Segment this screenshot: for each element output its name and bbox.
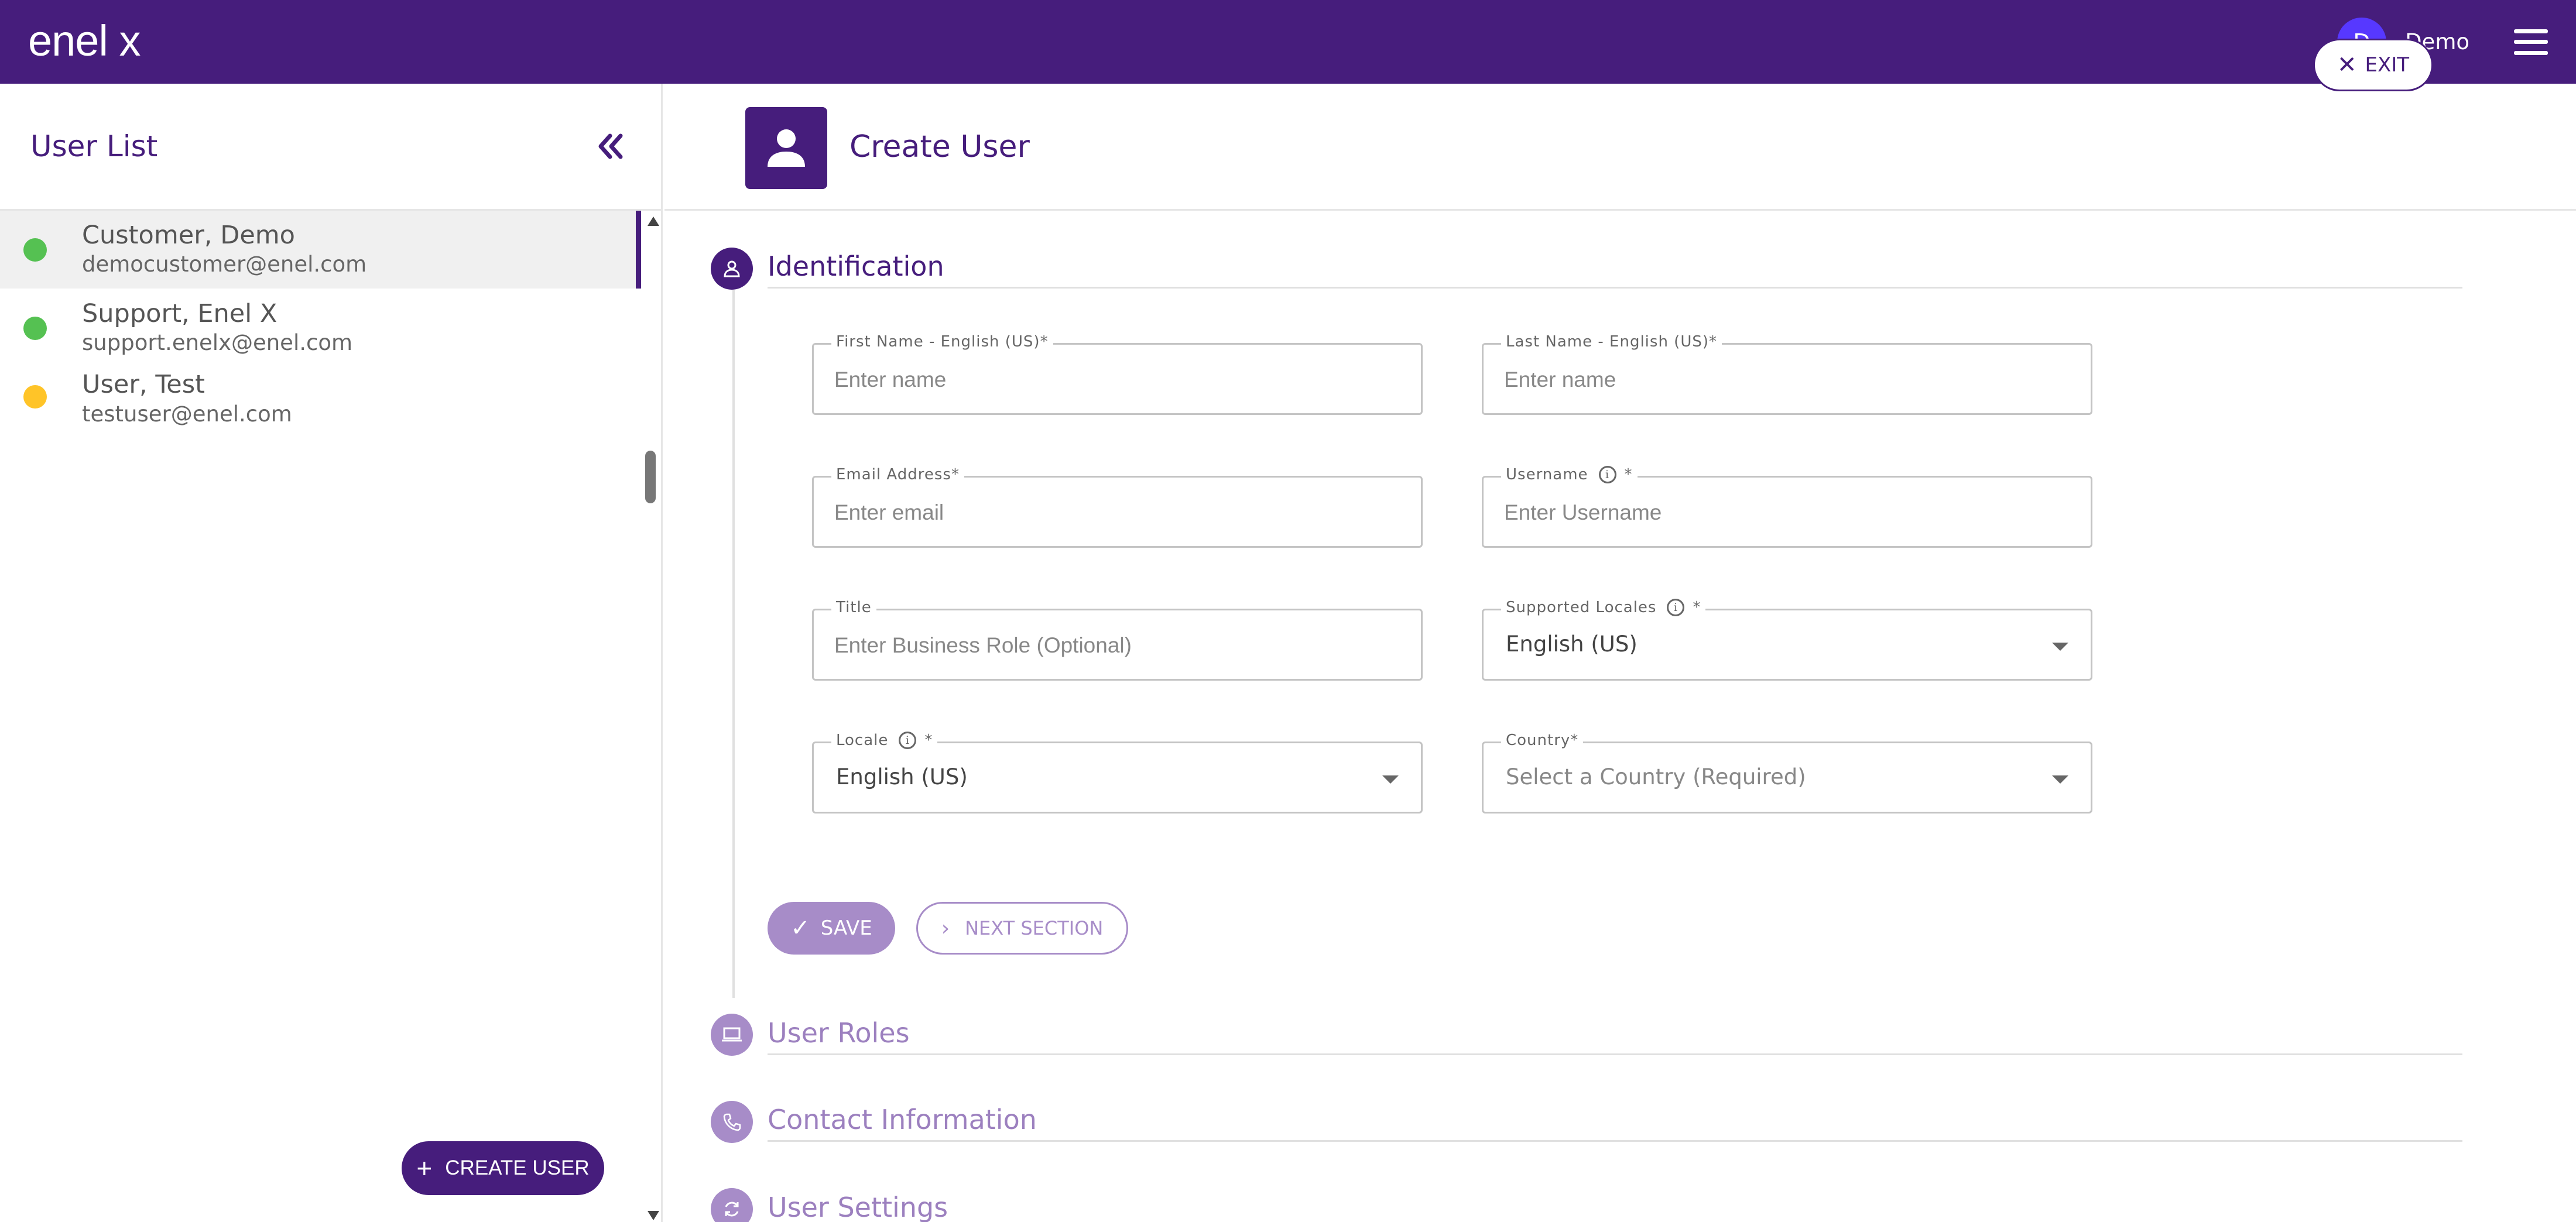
email-input[interactable]: [834, 495, 1361, 530]
user-email: testuser@enel.com: [82, 401, 292, 427]
first-name-input[interactable]: [834, 362, 1361, 397]
section-title-identification[interactable]: Identification: [768, 250, 944, 282]
hamburger-menu-icon[interactable]: [2514, 29, 2548, 55]
user-name: Support, Enel X: [82, 298, 278, 328]
username-field: Username i *: [1482, 466, 2092, 548]
status-dot-active: [23, 238, 47, 262]
user-email: democustomer@enel.com: [82, 252, 367, 277]
plus-icon: +: [416, 1153, 433, 1183]
title-field: Title: [812, 599, 1423, 681]
save-label: SAVE: [820, 917, 872, 940]
laptop-icon: [722, 1027, 742, 1042]
section-rail: [732, 290, 735, 998]
info-icon[interactable]: i: [899, 732, 917, 749]
username-label: Username i *: [1501, 466, 1638, 483]
enel-x-logo[interactable]: enel x: [28, 0, 192, 84]
chevron-right-icon: ›: [941, 916, 950, 940]
check-icon: ✓: [790, 915, 810, 942]
identification-section-icon[interactable]: [711, 248, 753, 290]
logo-mark: enel x: [28, 19, 141, 65]
status-dot-active: [23, 316, 47, 340]
save-button[interactable]: ✓ SAVE: [768, 902, 895, 955]
top-bar: enel x D Demo: [0, 0, 2576, 84]
exit-button[interactable]: ✕ EXIT: [2313, 39, 2433, 91]
locale-value: English (US): [836, 764, 968, 790]
chevron-down-icon[interactable]: [1382, 775, 1399, 784]
email-label: Email Address *: [831, 466, 964, 483]
close-icon: ✕: [2337, 52, 2357, 78]
first-name-field: First Name - English (US) *: [812, 333, 1423, 415]
list-item[interactable]: User, Test testuser@enel.com: [0, 368, 641, 437]
section-title-user-settings[interactable]: User Settings: [768, 1192, 948, 1222]
last-name-field: Last Name - English (US) *: [1482, 333, 2092, 415]
user-email: support.enelx@enel.com: [82, 330, 353, 356]
create-user-label: CREATE USER: [445, 1156, 590, 1179]
section-title-contact-information[interactable]: Contact Information: [768, 1104, 1037, 1135]
list-item[interactable]: Support, Enel X support.enelx@enel.com: [0, 289, 641, 368]
section-title-user-roles[interactable]: User Roles: [768, 1017, 910, 1049]
collapse-sidebar-button[interactable]: [590, 126, 631, 167]
scroll-down-arrow-icon[interactable]: [648, 1211, 659, 1220]
next-section-label: NEXT SECTION: [965, 917, 1104, 939]
user-name: User, Test: [82, 370, 205, 399]
scroll-up-arrow-icon[interactable]: [648, 217, 659, 226]
last-name-input[interactable]: [1504, 362, 2031, 397]
svg-text:enel x: enel x: [28, 19, 141, 65]
chevron-down-icon[interactable]: [2052, 643, 2068, 651]
supported-locales-label: Supported Locales i *: [1501, 599, 1706, 616]
page-title: Create User: [849, 129, 1030, 164]
phone-icon: [723, 1113, 741, 1131]
section-divider: [768, 287, 2462, 289]
exit-label: EXIT: [2365, 53, 2410, 77]
user-name: Customer, Demo: [82, 220, 295, 250]
last-name-label: Last Name - English (US) *: [1501, 333, 1722, 351]
next-section-button[interactable]: › NEXT SECTION: [916, 902, 1128, 955]
locale-label: Locale i *: [831, 732, 938, 749]
first-name-label: First Name - English (US) *: [831, 333, 1053, 351]
person-icon: [724, 260, 740, 277]
section-divider: [768, 1053, 2462, 1055]
email-field: Email Address *: [812, 466, 1423, 548]
user-list-panel: User List Customer, Demo democustomer@en…: [0, 84, 663, 1222]
user-roles-section-icon[interactable]: [711, 1014, 753, 1056]
locale-select[interactable]: Locale i * English (US): [812, 732, 1423, 813]
info-icon[interactable]: i: [1667, 599, 1685, 616]
supported-locales-value: English (US): [1506, 631, 1638, 657]
supported-locales-select[interactable]: Supported Locales i * English (US): [1482, 599, 2092, 681]
country-label: Country *: [1501, 732, 1584, 749]
country-select[interactable]: Country * Select a Country (Required): [1482, 732, 2092, 813]
contact-information-section-icon[interactable]: [711, 1101, 753, 1143]
create-user-header: Create User: [664, 84, 2576, 211]
user-list: Customer, Demo democustomer@enel.com Sup…: [0, 211, 661, 1220]
user-list-title: User List: [30, 129, 158, 163]
info-icon[interactable]: i: [1598, 466, 1616, 483]
title-input[interactable]: [834, 628, 1361, 663]
user-list-header: User List: [0, 84, 661, 211]
list-item[interactable]: Customer, Demo democustomer@enel.com: [0, 211, 641, 289]
chevron-down-icon[interactable]: [2052, 775, 2068, 784]
status-dot-pending: [23, 385, 47, 409]
user-list-scrollbar[interactable]: [643, 211, 663, 1220]
double-chevron-left-icon: [598, 133, 623, 159]
section-divider: [768, 1140, 2462, 1142]
sync-icon: [725, 1202, 739, 1217]
country-placeholder: Select a Country (Required): [1506, 764, 1806, 790]
username-input[interactable]: [1504, 495, 2031, 530]
scroll-thumb[interactable]: [645, 451, 656, 503]
person-icon: [745, 107, 827, 189]
title-label: Title: [831, 599, 876, 616]
create-user-button[interactable]: + CREATE USER: [402, 1141, 604, 1195]
